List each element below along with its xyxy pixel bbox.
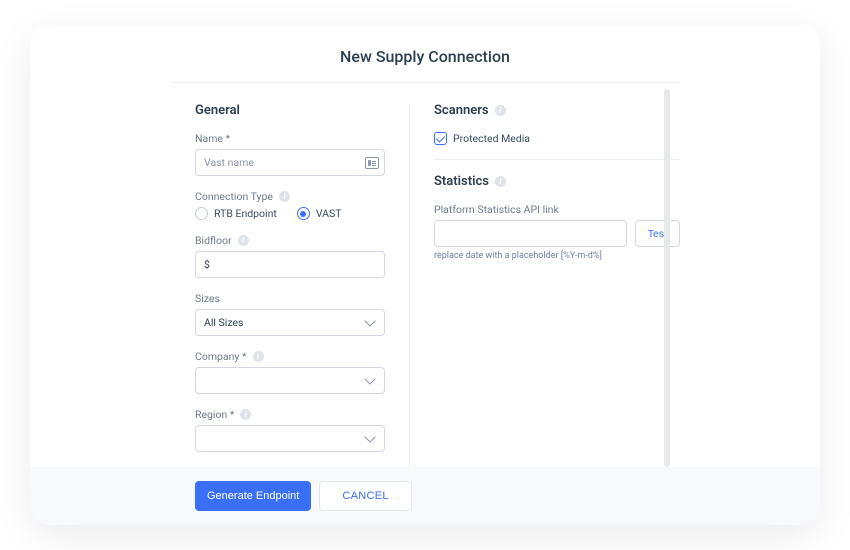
- field-sizes: Sizes All Sizes: [195, 292, 385, 336]
- info-icon[interactable]: [495, 105, 506, 116]
- name-input[interactable]: [195, 149, 385, 176]
- radio-label: RTB Endpoint: [214, 207, 277, 220]
- contact-card-icon: [365, 157, 379, 169]
- right-column: Scanners Protected Media Statistics Plat…: [410, 103, 680, 467]
- bidfloor-label: Bidfloor: [195, 234, 385, 247]
- dialog-title: New Supply Connection: [30, 47, 820, 66]
- chevron-down-icon: [364, 431, 375, 442]
- radio-dot-icon: [195, 207, 208, 220]
- api-hint: replace date with a placeholder [%Y-m-d%…: [434, 251, 680, 261]
- info-icon[interactable]: [495, 176, 506, 187]
- radio-label: VAST: [316, 207, 342, 220]
- cancel-button[interactable]: CANCEL: [319, 481, 411, 511]
- field-company: Company *: [195, 350, 385, 394]
- region-label: Region *: [195, 408, 385, 421]
- sizes-value: All Sizes: [204, 316, 243, 329]
- region-label-text: Region *: [195, 408, 234, 421]
- field-bidfloor: Bidfloor: [195, 234, 385, 278]
- scanners-heading-text: Scanners: [434, 103, 489, 118]
- name-label: Name *: [195, 132, 385, 145]
- company-select[interactable]: [195, 367, 385, 394]
- field-region: Region *: [195, 408, 385, 452]
- bidfloor-input[interactable]: [195, 251, 385, 278]
- info-icon[interactable]: [253, 351, 264, 362]
- dialog-content: General Name * Connection Type RTB Endpo…: [30, 83, 820, 467]
- connection-type-label: Connection Type: [195, 190, 385, 203]
- radio-dot-icon: [297, 207, 310, 220]
- statistics-heading-text: Statistics: [434, 174, 489, 189]
- statistics-heading: Statistics: [434, 174, 680, 189]
- sizes-select[interactable]: All Sizes: [195, 309, 385, 336]
- checkbox-protected-media[interactable]: Protected Media: [434, 132, 680, 145]
- info-icon[interactable]: [240, 409, 251, 420]
- dialog-new-supply-connection: New Supply Connection General Name * Con…: [30, 25, 820, 525]
- field-connection-type: Connection Type RTB Endpoint VAST: [195, 190, 385, 220]
- bidfloor-label-text: Bidfloor: [195, 234, 232, 247]
- chevron-down-icon: [364, 315, 375, 326]
- general-heading: General: [195, 103, 385, 118]
- checkbox-icon: [434, 132, 447, 145]
- region-select[interactable]: [195, 425, 385, 452]
- test-button[interactable]: Test: [635, 220, 680, 247]
- checkbox-label: Protected Media: [453, 132, 530, 145]
- company-label-text: Company *: [195, 350, 247, 363]
- section-scanners: Scanners Protected Media: [434, 103, 680, 160]
- api-link-input[interactable]: [434, 220, 627, 247]
- scrollbar[interactable]: [664, 89, 670, 467]
- info-icon[interactable]: [279, 191, 290, 202]
- field-name: Name *: [195, 132, 385, 176]
- section-general: General Name * Connection Type RTB Endpo…: [195, 103, 410, 467]
- connection-type-label-text: Connection Type: [195, 190, 273, 203]
- dialog-footer: Generate Endpoint CANCEL: [30, 467, 820, 525]
- radio-rtb-endpoint[interactable]: RTB Endpoint: [195, 207, 277, 220]
- api-link-label: Platform Statistics API link: [434, 203, 680, 216]
- info-icon[interactable]: [238, 235, 249, 246]
- company-label: Company *: [195, 350, 385, 363]
- radio-vast[interactable]: VAST: [297, 207, 342, 220]
- sizes-label: Sizes: [195, 292, 385, 305]
- chevron-down-icon: [364, 373, 375, 384]
- generate-endpoint-button[interactable]: Generate Endpoint: [195, 481, 311, 511]
- section-statistics: Statistics Platform Statistics API link …: [434, 174, 680, 261]
- scanners-heading: Scanners: [434, 103, 680, 118]
